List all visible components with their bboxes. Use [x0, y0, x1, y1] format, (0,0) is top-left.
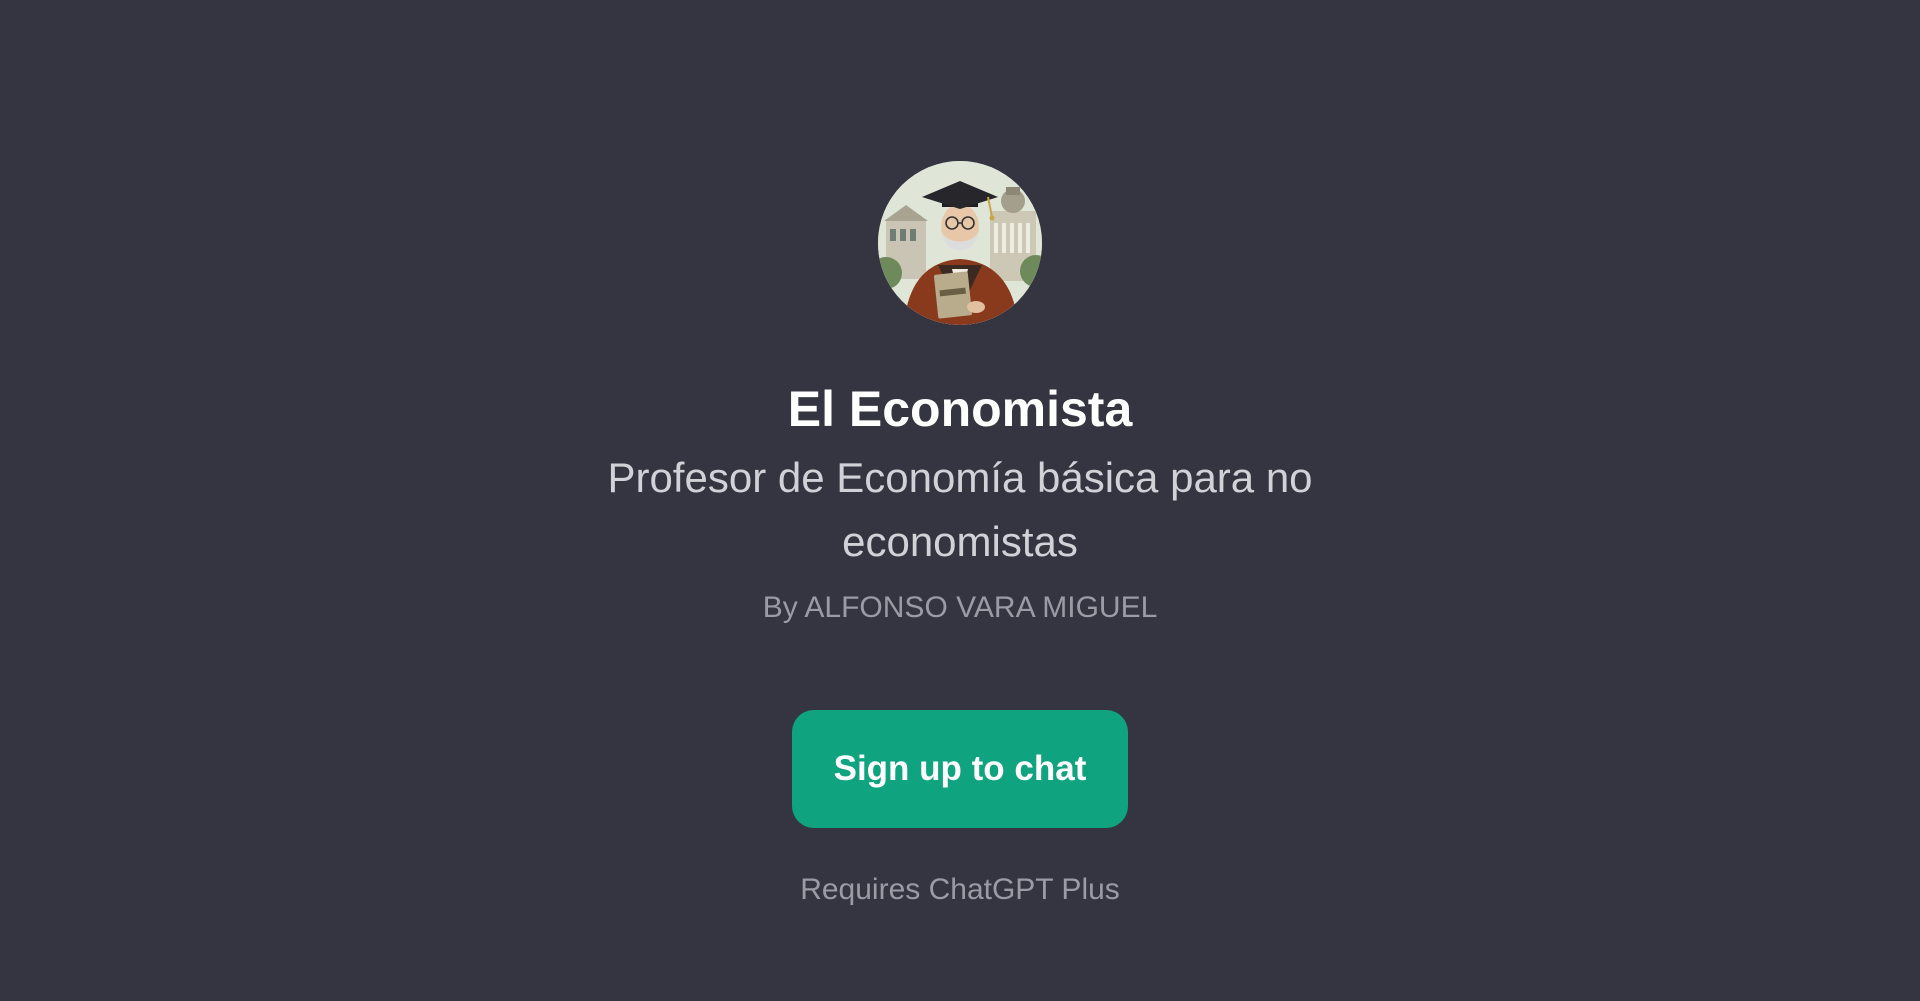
plan-requirement-note: Requires ChatGPT Plus [800, 873, 1120, 906]
sign-up-to-chat-button[interactable]: Sign up to chat [792, 710, 1128, 828]
gpt-title: El Economista [787, 381, 1133, 437]
gpt-landing-page: El Economista Profesor de Economía básic… [0, 0, 1920, 1001]
gpt-author: By ALFONSO VARA MIGUEL [762, 591, 1158, 624]
gpt-description: Profesor de Economía básica para no econ… [607, 454, 1313, 565]
professor-portrait-icon [878, 161, 1042, 325]
